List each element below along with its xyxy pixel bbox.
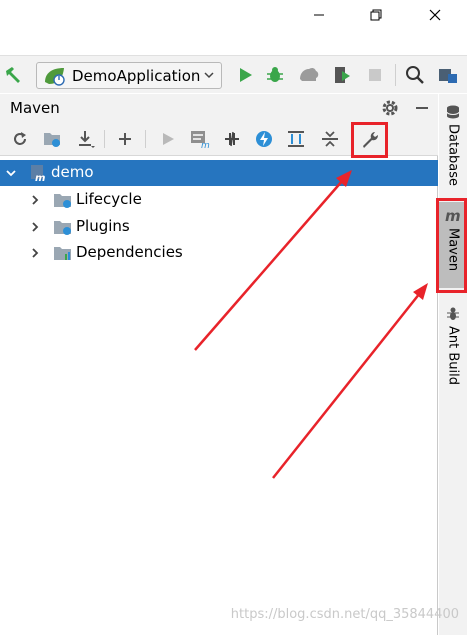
- collapsed-arrow-icon[interactable]: [29, 247, 41, 259]
- run-icon: [240, 68, 252, 82]
- hide-panel-button[interactable]: [412, 98, 432, 118]
- spring-boot-icon: [45, 67, 65, 86]
- lifecycle-folder-icon: [53, 191, 73, 209]
- download-icon: [79, 131, 95, 148]
- close-button[interactable]: [412, 0, 458, 30]
- skip-tests-icon: [256, 131, 272, 147]
- download-sources-button[interactable]: [75, 128, 97, 150]
- close-icon: [429, 9, 441, 21]
- collapse-all-icon: [322, 131, 338, 147]
- maven-tab-highlight-box: [436, 198, 467, 293]
- wrench-highlight-box: [351, 122, 388, 158]
- toolbar-separator: [104, 130, 105, 148]
- plugins-folder-icon: [53, 218, 73, 236]
- add-maven-project-button[interactable]: [114, 128, 136, 150]
- stripe-ant-build[interactable]: Ant Build: [439, 302, 467, 392]
- maven-tool-window: Maven m m demo Lifecycle Plugins Depende…: [0, 94, 438, 635]
- show-dependencies-icon: [288, 131, 304, 147]
- collapse-all-button[interactable]: [319, 128, 341, 150]
- project-structure-icon: [439, 69, 457, 83]
- add-icon: [119, 133, 131, 145]
- toggle-skip-tests-button[interactable]: [253, 128, 275, 150]
- chevron-down-icon: [204, 72, 214, 79]
- main-toolbar: DemoApplication: [0, 55, 467, 93]
- profile-button[interactable]: [298, 64, 320, 86]
- reload-projects-button[interactable]: [9, 128, 31, 150]
- tree-item-dependencies[interactable]: Dependencies: [0, 240, 438, 266]
- tree-item-label: Plugins: [76, 217, 130, 235]
- expanded-arrow-icon[interactable]: [5, 167, 17, 179]
- coverage-icon: [335, 67, 350, 83]
- svg-text:m: m: [201, 141, 210, 149]
- hide-icon: [416, 107, 428, 109]
- build-button[interactable]: [2, 64, 24, 86]
- right-tool-stripe: Database m Maven Ant Build: [439, 94, 467, 635]
- toggle-offline-icon: [225, 131, 239, 147]
- tree-item-label: demo: [51, 163, 94, 181]
- stop-button[interactable]: [364, 64, 386, 86]
- hammer-icon: [6, 67, 20, 83]
- minimize-button[interactable]: [296, 0, 342, 30]
- generate-sources-icon: [44, 133, 60, 147]
- run-button[interactable]: [234, 64, 256, 86]
- watermark-text: https://blog.csdn.net/qq_35844400: [230, 607, 459, 622]
- collapsed-arrow-icon[interactable]: [29, 194, 41, 206]
- maven-panel-header: Maven: [0, 94, 438, 122]
- tree-item-demo[interactable]: m demo: [0, 160, 438, 186]
- run-maven-build-button[interactable]: [157, 128, 179, 150]
- gear-icon: [382, 100, 398, 116]
- toggle-offline-mode-button[interactable]: [221, 128, 243, 150]
- stop-icon: [369, 69, 381, 81]
- run-maven-icon: m: [191, 131, 210, 149]
- maven-project-icon: m: [28, 164, 48, 184]
- stripe-database[interactable]: Database: [439, 100, 467, 192]
- svg-text:m: m: [35, 173, 45, 182]
- show-dependencies-button[interactable]: [285, 128, 307, 150]
- stripe-label: Database: [445, 124, 461, 187]
- minimize-icon: [314, 14, 324, 16]
- database-icon: [446, 105, 460, 119]
- restore-icon: [370, 9, 382, 21]
- debug-icon: [267, 67, 283, 82]
- tree-item-label: Dependencies: [76, 243, 183, 261]
- run-with-coverage-button[interactable]: [331, 64, 353, 86]
- search-icon: [406, 66, 424, 84]
- run-configuration-label: DemoApplication: [72, 66, 201, 85]
- run-configuration-selector[interactable]: DemoApplication: [36, 62, 222, 89]
- execute-goal-icon: [163, 133, 174, 145]
- tree-item-plugins[interactable]: Plugins: [0, 214, 438, 240]
- project-structure-button[interactable]: [437, 64, 459, 86]
- stripe-label: Ant Build: [445, 326, 461, 385]
- ant-icon: [447, 307, 459, 320]
- tree-item-label: Lifecycle: [76, 190, 142, 208]
- tree-item-lifecycle[interactable]: Lifecycle: [0, 187, 438, 213]
- reload-icon: [14, 132, 26, 145]
- panel-settings-button[interactable]: [380, 98, 400, 118]
- window-title-bar: [0, 0, 467, 30]
- debug-button[interactable]: [264, 64, 286, 86]
- generate-sources-button[interactable]: [41, 128, 63, 150]
- execute-maven-goal-button[interactable]: m: [189, 128, 211, 150]
- toolbar-separator: [145, 130, 146, 148]
- restore-button[interactable]: [353, 0, 399, 30]
- profile-icon: [300, 67, 319, 81]
- maven-panel-title: Maven: [10, 99, 60, 117]
- dependencies-folder-icon: [53, 244, 73, 262]
- collapsed-arrow-icon[interactable]: [29, 221, 41, 233]
- toolbar-separator: [395, 64, 396, 86]
- search-everywhere-button[interactable]: [404, 64, 426, 86]
